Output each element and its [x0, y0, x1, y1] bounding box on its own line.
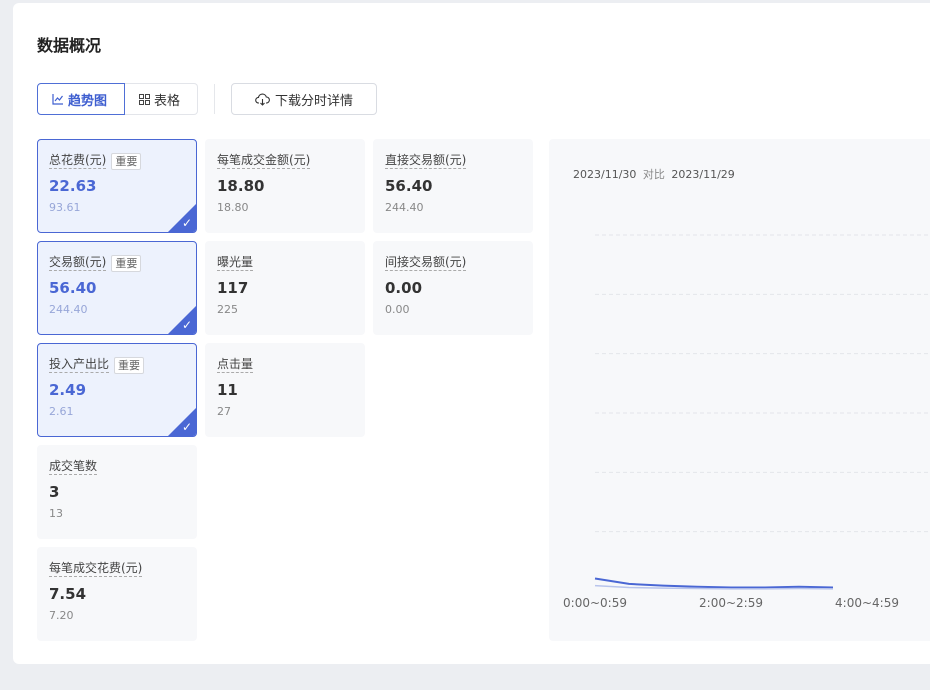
metric-card[interactable]: 直接交易额(元) 56.40 244.40: [373, 139, 533, 233]
metric-card[interactable]: 总花费(元) 重要 22.63 93.61 ✓: [37, 139, 197, 233]
trend-chart-plot: 0:00~0:59 2:00~2:59 4:00~4:59: [563, 234, 930, 610]
metric-label-row: 间接交易额(元): [385, 253, 521, 273]
tab-trend-chart-label: 趋势图: [68, 93, 108, 109]
x-tick-label: 0:00~0:59: [563, 596, 627, 610]
metric-value: 2.49: [49, 381, 87, 399]
cloud-download-icon: [255, 93, 270, 106]
metric-card[interactable]: 间接交易额(元) 0.00 0.00: [373, 241, 533, 335]
metric-card[interactable]: 点击量 11 27: [205, 343, 365, 437]
tab-trend-chart[interactable]: 趋势图: [37, 83, 125, 115]
metric-value: 3: [49, 483, 60, 501]
metric-value: 18.80: [217, 177, 265, 195]
metric-value: 56.40: [49, 279, 97, 297]
metric-label: 每笔成交花费(元): [49, 561, 143, 577]
metric-value: 117: [217, 279, 249, 297]
metric-compare-value: 93.61: [49, 201, 81, 214]
series-line: [594, 577, 834, 589]
checkmark-icon: ✓: [181, 216, 192, 230]
metric-label-row: 每笔成交花费(元): [49, 559, 185, 579]
metric-compare-value: 0.00: [385, 303, 410, 316]
download-label: 下载分时详情: [274, 93, 353, 109]
important-badge: 重要: [114, 356, 145, 374]
checkmark-icon: ✓: [181, 420, 192, 434]
metric-card[interactable]: 成交笔数 3 13: [37, 445, 197, 539]
view-toggle: 趋势图 表格: [37, 83, 198, 115]
metric-label: 总花费(元): [49, 153, 107, 169]
metric-card[interactable]: 每笔成交金额(元) 18.80 18.80: [205, 139, 365, 233]
metric-value: 56.40: [385, 177, 433, 195]
metric-compare-value: 225: [217, 303, 238, 316]
metric-value: 22.63: [49, 177, 97, 195]
metric-card[interactable]: 曝光量 117 225: [205, 241, 365, 335]
metric-label: 间接交易额(元): [385, 255, 467, 271]
metric-compare-value: 244.40: [385, 201, 424, 214]
line-chart-icon: [52, 94, 63, 105]
x-tick-label: 4:00~4:59: [835, 596, 899, 610]
metric-card[interactable]: 交易额(元) 重要 56.40 244.40 ✓: [37, 241, 197, 335]
metric-label-row: 成交笔数: [49, 457, 185, 477]
metric-card[interactable]: 投入产出比 重要 2.49 2.61 ✓: [37, 343, 197, 437]
metric-label: 投入产出比: [49, 357, 110, 373]
metric-label-row: 点击量: [217, 355, 353, 375]
tab-table[interactable]: 表格: [125, 83, 198, 115]
metric-compare-value: 7.20: [49, 609, 74, 622]
metric-compare-value: 18.80: [217, 201, 249, 214]
metric-label: 曝光量: [217, 255, 254, 271]
metric-value: 7.54: [49, 585, 87, 603]
metric-value: 11: [217, 381, 238, 399]
metric-compare-value: 13: [49, 507, 63, 520]
metric-label: 直接交易额(元): [385, 153, 467, 169]
tab-table-label: 表格: [154, 93, 181, 109]
metric-label-row: 投入产出比 重要: [49, 355, 185, 375]
metric-value: 0.00: [385, 279, 423, 297]
page-title: 数据概况: [37, 36, 102, 55]
important-badge: 重要: [111, 254, 142, 272]
checkmark-icon: ✓: [181, 318, 192, 332]
metric-label-row: 曝光量: [217, 253, 353, 273]
metric-card[interactable]: 每笔成交花费(元) 7.54 7.20: [37, 547, 197, 641]
metric-label-row: 交易额(元) 重要: [49, 253, 185, 273]
trend-chart: 2023/11/30 对比 2023/11/29 0:00~0:59 2:00~2…: [549, 139, 930, 641]
metric-label-row: 总花费(元) 重要: [49, 151, 185, 171]
metric-label-row: 直接交易额(元): [385, 151, 521, 171]
metric-label-row: 每笔成交金额(元): [217, 151, 353, 171]
metric-compare-value: 27: [217, 405, 231, 418]
metric-label: 每笔成交金额(元): [217, 153, 311, 169]
x-tick-label: 2:00~2:59: [699, 596, 763, 610]
grid-icon: [139, 93, 150, 105]
metric-label: 交易额(元): [49, 255, 107, 271]
download-hourly-details-button[interactable]: 下载分时详情: [231, 83, 377, 115]
important-badge: 重要: [111, 152, 142, 170]
metric-label: 点击量: [217, 357, 254, 373]
metric-compare-value: 244.40: [49, 303, 88, 316]
metric-compare-value: 2.61: [49, 405, 74, 418]
metric-label: 成交笔数: [49, 459, 98, 475]
metric-cards: 总花费(元) 重要 22.63 93.61 ✓ 交易额(元) 重要 56.40 244.40 ✓ 投…: [37, 139, 537, 649]
toolbar-divider: [214, 84, 215, 114]
